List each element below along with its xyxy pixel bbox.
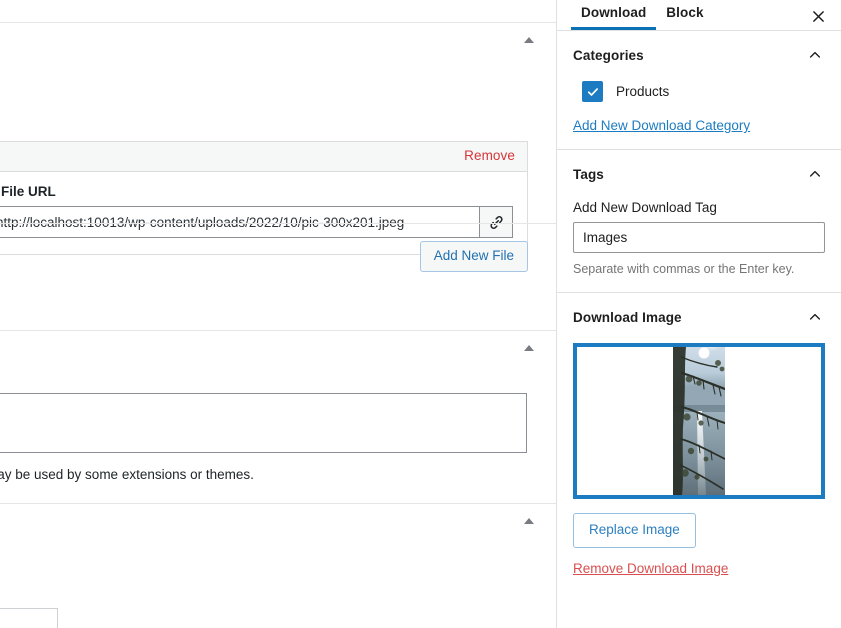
panel-title-tags: Tags: [573, 166, 604, 182]
collapse-triangle-icon[interactable]: [522, 34, 536, 46]
download-image-frame[interactable]: [573, 343, 825, 499]
tab-download[interactable]: Download: [571, 0, 657, 30]
close-icon[interactable]: [803, 2, 833, 30]
editor-canvas: Remove File URL http://localhost:10013/w…: [0, 0, 556, 628]
add-new-download-tag-label: Add New Download Tag: [573, 200, 717, 215]
panel-categories: Categories Products Add New Download Cat…: [557, 31, 841, 150]
add-new-file-button[interactable]: Add New File: [419, 241, 528, 272]
panel-title-categories: Categories: [573, 47, 644, 63]
chevron-up-icon[interactable]: [805, 45, 825, 65]
file-row: Remove File URL: [0, 141, 528, 255]
panel-header-download-image[interactable]: Download Image: [573, 307, 825, 327]
metabox-header-notes: [0, 331, 556, 365]
panel-header-tags[interactable]: Tags: [573, 164, 825, 184]
add-new-file-wrap: Add New File: [419, 241, 528, 272]
category-checkbox-row: Products: [582, 81, 825, 102]
remove-file-link[interactable]: Remove: [464, 148, 515, 163]
checkbox-label-products: Products: [616, 84, 670, 99]
file-row-header: Remove: [0, 142, 527, 172]
notes-textarea[interactable]: [0, 393, 527, 453]
link-icon-button[interactable]: [479, 206, 513, 238]
notes-help-text: may be used by some extensions or themes…: [0, 467, 254, 482]
editor-screen: Remove File URL http://localhost:10013/w…: [0, 0, 841, 628]
panel-title-download-image: Download Image: [573, 309, 682, 325]
sidebar-tab-bar: Download Block: [557, 0, 841, 31]
file-url-input[interactable]: [0, 206, 479, 238]
metabox-header-bottom: [0, 504, 556, 538]
partial-input-field[interactable]: [0, 608, 58, 628]
download-tag-input[interactable]: [573, 222, 825, 253]
remove-download-image-link[interactable]: Remove Download Image: [573, 561, 728, 576]
remove-image-wrap: Remove Download Image: [573, 561, 825, 576]
panel-tags: Tags Add New Download Tag Separate with …: [557, 150, 841, 293]
panel-header-categories[interactable]: Categories: [573, 45, 825, 65]
collapse-triangle-icon[interactable]: [522, 515, 536, 527]
metabox-bottom: [0, 503, 556, 628]
tags-hint-text: Separate with commas or the Enter key.: [573, 262, 795, 276]
replace-image-wrap: Replace Image: [573, 499, 825, 548]
replace-image-button[interactable]: Replace Image: [573, 513, 696, 548]
metabox-header-files: [0, 23, 556, 57]
files-divider: [0, 223, 556, 224]
metabox-notes: may be used by some extensions or themes…: [0, 330, 556, 492]
file-url-field-group: [0, 206, 513, 238]
settings-sidebar: Download Block Categories Products Add N…: [556, 0, 841, 628]
panel-download-image: Download Image Replace Image Remove Down…: [557, 293, 841, 592]
chevron-up-icon[interactable]: [805, 307, 825, 327]
file-url-label: File URL: [1, 184, 56, 199]
chevron-up-icon[interactable]: [805, 164, 825, 184]
tab-block[interactable]: Block: [656, 0, 713, 29]
download-image-thumbnail: [673, 347, 725, 495]
metabox-downloadable-files: Remove File URL http://localhost:10013/w…: [0, 22, 556, 316]
collapse-triangle-icon[interactable]: [522, 342, 536, 354]
add-new-download-category-link[interactable]: Add New Download Category: [573, 118, 750, 133]
checkbox-products[interactable]: [582, 81, 603, 102]
